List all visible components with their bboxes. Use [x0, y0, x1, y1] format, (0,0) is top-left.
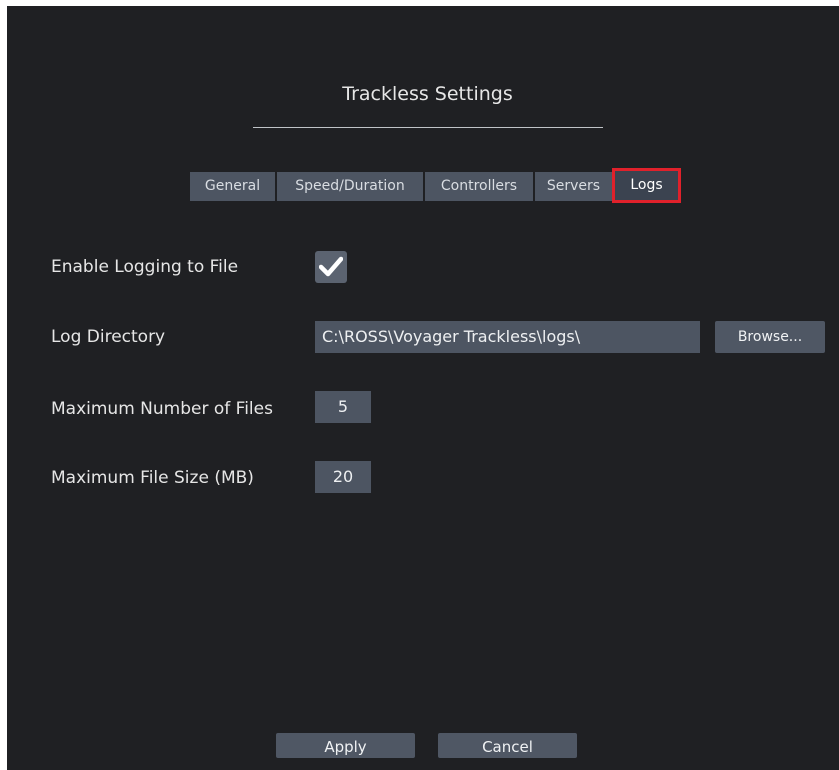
- checkmark-icon: [319, 256, 343, 277]
- log-directory-field[interactable]: C:\ROSS\Voyager Trackless\logs\: [315, 321, 700, 353]
- settings-dialog: Trackless Settings General Speed/Duratio…: [7, 6, 839, 770]
- max-files-field[interactable]: 5: [315, 391, 371, 423]
- tab-controllers[interactable]: Controllers: [425, 172, 533, 201]
- tab-general[interactable]: General: [190, 172, 275, 201]
- cancel-button[interactable]: Cancel: [438, 733, 577, 758]
- tab-speed-duration[interactable]: Speed/Duration: [277, 172, 423, 201]
- tab-logs[interactable]: Logs: [612, 168, 681, 203]
- tab-servers[interactable]: Servers: [535, 172, 612, 201]
- browse-button[interactable]: Browse...: [715, 321, 825, 353]
- log-directory-label: Log Directory: [51, 327, 166, 347]
- dialog-title: Trackless Settings: [342, 83, 513, 105]
- enable-logging-label: Enable Logging to File: [51, 257, 239, 277]
- max-file-size-label: Maximum File Size (MB): [51, 468, 254, 488]
- enable-logging-checkbox[interactable]: [315, 251, 347, 283]
- title-divider: [253, 127, 603, 128]
- apply-button[interactable]: Apply: [276, 733, 415, 758]
- max-files-label: Maximum Number of Files: [51, 399, 273, 419]
- max-file-size-field[interactable]: 20: [315, 461, 371, 493]
